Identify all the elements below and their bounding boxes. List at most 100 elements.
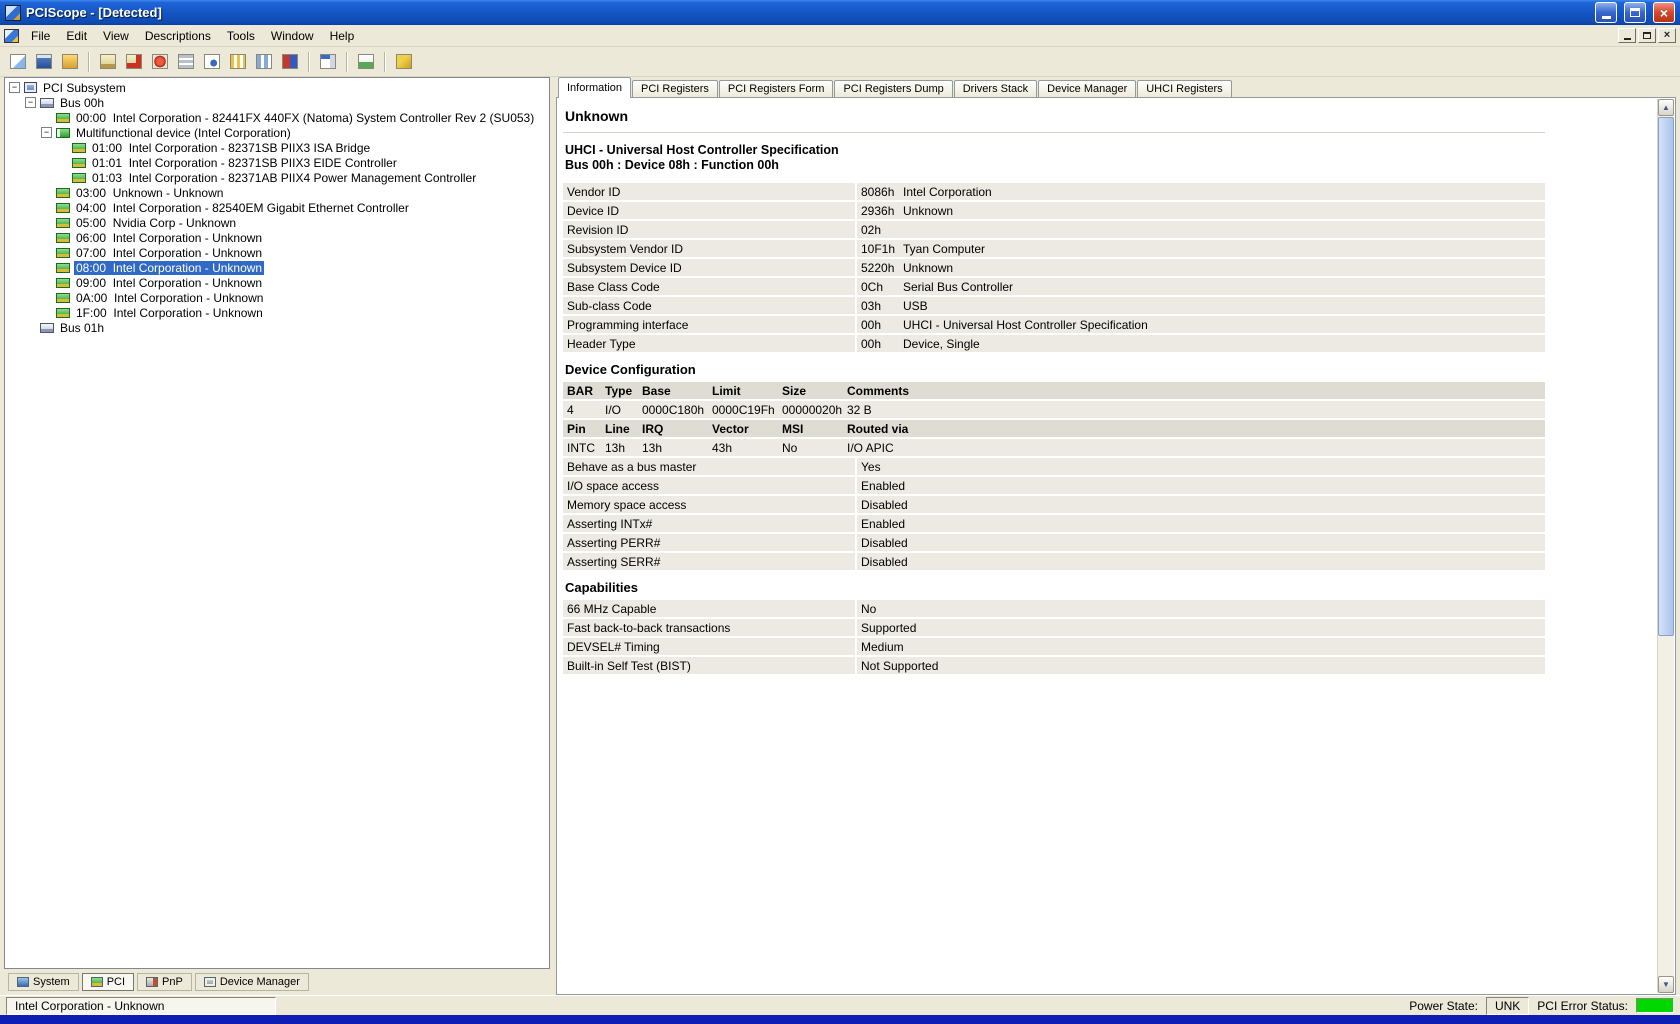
menu-help[interactable]: Help [322, 27, 363, 45]
table-icon [256, 54, 272, 69]
menu-descriptions[interactable]: Descriptions [137, 27, 219, 45]
tab-pci-registers[interactable]: PCI Registers [632, 80, 718, 98]
menu-window[interactable]: Window [263, 27, 322, 45]
menu-edit[interactable]: Edit [58, 27, 95, 45]
capability-value: Supported [861, 621, 1545, 634]
tab-uhci-registers[interactable]: UHCI Registers [1137, 80, 1231, 98]
vertical-scrollbar[interactable]: ▲ ▼ [1657, 99, 1674, 993]
flag-label: Asserting PERR# [563, 534, 855, 551]
restore-button[interactable] [1624, 2, 1646, 23]
tree-item-device-0103[interactable]: 01:03 Intel Corporation - 82371AB PIIX4 … [5, 170, 549, 185]
refresh-button[interactable] [6, 50, 30, 73]
mdi-minimize-button[interactable] [1618, 28, 1636, 43]
collapse-toggle-icon[interactable]: − [41, 127, 52, 138]
report-button[interactable] [200, 50, 224, 73]
tree-item-pci-subsystem[interactable]: − PCI Subsystem [5, 80, 549, 95]
collapse-toggle-icon[interactable]: − [25, 97, 36, 108]
send-mail-button[interactable] [96, 50, 120, 73]
scrollbar-thumb[interactable] [1658, 117, 1674, 636]
mail-block-button[interactable] [122, 50, 146, 73]
grid-button[interactable] [174, 50, 198, 73]
system-icon [17, 977, 29, 987]
menu-file[interactable]: File [23, 27, 58, 45]
tree-item-label: 01:03 Intel Corporation - 82371AB PIIX4 … [90, 171, 478, 185]
flag-label: Memory space access [563, 496, 855, 513]
close-button[interactable]: × [1653, 2, 1675, 23]
tab-information[interactable]: Information [558, 77, 631, 98]
tab-device-manager-detail[interactable]: Device Manager [1038, 80, 1136, 98]
chart-button[interactable] [354, 50, 378, 73]
menu-view[interactable]: View [95, 27, 137, 45]
tree-item-device-0300[interactable]: 03:00 Unknown - Unknown [5, 185, 549, 200]
tree-item-multifunctional-device[interactable]: − Multifunctional device (Intel Corporat… [5, 125, 549, 140]
info-row: Header Type 00h Device, Single [563, 335, 1545, 352]
pci-device-tree[interactable]: − PCI Subsystem − Bus 00h 00:00 Intel Co… [4, 77, 550, 969]
mdi-close-icon: × [1664, 30, 1670, 41]
tree-item-device-0700[interactable]: 07:00 Intel Corporation - Unknown [5, 245, 549, 260]
device-icon [56, 233, 70, 243]
flag-value-cell: Disabled [857, 534, 1545, 551]
scroll-down-button[interactable]: ▼ [1658, 976, 1674, 993]
tree-item-device-0a00[interactable]: 0A:00 Intel Corporation - Unknown [5, 290, 549, 305]
title-bar[interactable]: PCIScope - [Detected] × [0, 0, 1680, 25]
mdi-restore-button[interactable] [1638, 28, 1656, 43]
information-pane: Unknown UHCI - Universal Host Controller… [556, 97, 1676, 995]
scroll-up-button[interactable]: ▲ [1658, 99, 1674, 116]
pnp-icon [146, 977, 158, 987]
info-hex-value: 10F1h [861, 242, 903, 255]
status-hint: Intel Corporation - Unknown [6, 997, 276, 1015]
tab-system[interactable]: System [8, 973, 79, 991]
config-flag-row: Behave as a bus master Yes [563, 458, 1545, 475]
tab-device-manager[interactable]: Device Manager [195, 973, 309, 991]
capability-value-cell: Not Supported [857, 657, 1545, 674]
columns-icon [230, 54, 246, 69]
record-button[interactable] [148, 50, 172, 73]
info-description: UHCI - Universal Host Controller Specifi… [903, 318, 1545, 331]
capability-row: Fast back-to-back transactions Supported [563, 619, 1545, 636]
spacer [563, 173, 1545, 183]
tree-item-device-0900[interactable]: 09:00 Intel Corporation - Unknown [5, 275, 549, 290]
tree-item-device-0500[interactable]: 05:00 Nvidia Corp - Unknown [5, 215, 549, 230]
tab-pci[interactable]: PCI [82, 973, 134, 991]
irq-cell: No [778, 439, 843, 456]
window-columns-button[interactable] [316, 50, 340, 73]
tree-item-bus-01h[interactable]: Bus 01h [5, 320, 549, 335]
tab-pci-registers-dump[interactable]: PCI Registers Dump [834, 80, 952, 98]
tree-item-device-0101[interactable]: 01:01 Intel Corporation - 82371SB PIIX3 … [5, 155, 549, 170]
open-button[interactable] [58, 50, 82, 73]
tree-item-device-0000[interactable]: 00:00 Intel Corporation - 82441FX 440FX … [5, 110, 549, 125]
grid-icon [178, 54, 194, 69]
tab-drivers-stack[interactable]: Drivers Stack [954, 80, 1037, 98]
tree-item-bus-00h[interactable]: − Bus 00h [5, 95, 549, 110]
config-flag-row: Memory space access Disabled [563, 496, 1545, 513]
key-button[interactable] [392, 50, 416, 73]
table-button[interactable] [252, 50, 276, 73]
tree-item-device-1f00[interactable]: 1F:00 Intel Corporation - Unknown [5, 305, 549, 320]
flag-label: Behave as a bus master [563, 458, 855, 475]
device-icon [72, 173, 86, 183]
device-spec-subtitle: UHCI - Universal Host Controller Specifi… [563, 143, 1545, 158]
mdi-child-icon [4, 29, 19, 43]
collapse-toggle-icon[interactable]: − [9, 82, 20, 93]
tab-pnp[interactable]: PnP [137, 973, 192, 991]
flag-value: Disabled [861, 498, 1545, 511]
save-button[interactable] [32, 50, 56, 73]
compare-button[interactable] [278, 50, 302, 73]
tree-item-device-0600[interactable]: 06:00 Intel Corporation - Unknown [5, 230, 549, 245]
tree-item-device-0400[interactable]: 04:00 Intel Corporation - 82540EM Gigabi… [5, 200, 549, 215]
tab-label: Device Manager [220, 976, 300, 988]
minimize-button[interactable] [1595, 2, 1617, 23]
tree-item-device-0800-selected[interactable]: 08:00 Intel Corporation - Unknown [5, 260, 549, 275]
menu-tools[interactable]: Tools [219, 27, 263, 45]
col-header: BAR [563, 382, 601, 399]
toolbar-separator [88, 52, 90, 72]
menu-bar: File Edit View Descriptions Tools Window… [0, 25, 1680, 47]
capability-value-cell: Supported [857, 619, 1545, 636]
info-description [903, 223, 1545, 236]
tree-item-device-0100[interactable]: 01:00 Intel Corporation - 82371SB PIIX3 … [5, 140, 549, 155]
info-description: USB [903, 299, 1545, 312]
tab-pci-registers-form[interactable]: PCI Registers Form [719, 80, 834, 98]
columns-button[interactable] [226, 50, 250, 73]
mdi-close-button[interactable]: × [1658, 28, 1676, 43]
info-row: Sub-class Code 03h USB [563, 297, 1545, 314]
